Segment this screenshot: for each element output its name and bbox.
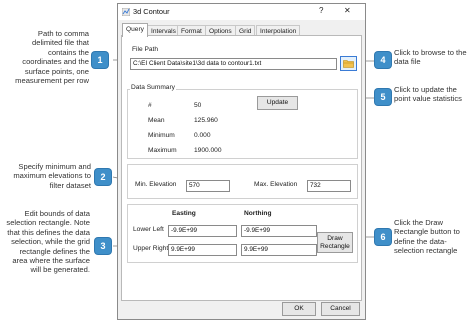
dialog-title: 3d Contour [133, 7, 170, 16]
file-path-input[interactable]: C:\EI Client Data\site1\3d data to conto… [130, 58, 337, 70]
lower-left-label: Lower Left [133, 226, 164, 233]
annotation-1-text: Path to comma delimited file that contai… [15, 29, 89, 86]
browse-button[interactable] [340, 56, 357, 71]
minimum-label: Minimum [148, 132, 175, 139]
count-label: # [148, 102, 152, 109]
annotation-6-text: Click the Draw Rectangle button to defin… [394, 218, 460, 256]
help-button[interactable]: ? [319, 6, 323, 15]
close-button[interactable]: ✕ [344, 6, 351, 15]
lower-left-northing-input[interactable]: -9.9E+99 [241, 225, 317, 237]
upper-right-label: Upper Right [133, 245, 169, 252]
northing-header: Northing [244, 210, 272, 217]
title-bar: 3d Contour ? ✕ [118, 4, 365, 20]
easting-header: Easting [172, 210, 196, 217]
callout-3-badge: 3 [95, 238, 111, 254]
ok-button[interactable]: OK [282, 302, 316, 316]
app-icon [122, 8, 130, 16]
data-summary-label: Data Summary [130, 84, 176, 91]
callout-2-badge: 2 [95, 169, 111, 185]
max-elevation-label: Max. Elevation [254, 181, 298, 188]
callout-4-badge: 4 [375, 52, 391, 68]
min-elevation-input[interactable]: 570 [186, 180, 230, 192]
max-elevation-input[interactable]: 732 [307, 180, 351, 192]
min-elevation-label: Min. Elevation [135, 181, 177, 188]
cancel-button[interactable]: Cancel [321, 302, 360, 316]
callout-6-badge: 6 [375, 229, 391, 245]
tab-query[interactable]: Query [122, 23, 148, 37]
mean-label: Mean [148, 117, 165, 124]
callout-1-badge: 1 [92, 52, 108, 68]
callout-5-badge: 5 [375, 89, 391, 105]
lower-left-easting-input[interactable]: -9.9E+99 [168, 225, 237, 237]
annotation-2-text: Specify minimum and maximum elevations t… [13, 162, 91, 190]
update-button[interactable]: Update [257, 96, 298, 110]
maximum-label: Maximum [148, 147, 177, 154]
file-path-label: File Path [132, 46, 159, 53]
minimum-value: 0.000 [194, 132, 211, 139]
folder-icon [343, 60, 354, 68]
draw-rectangle-button[interactable]: Draw Rectangle [317, 232, 353, 253]
contour-dialog: 3d Contour ? ✕ Query Intervals Format Op… [117, 3, 366, 320]
upper-right-easting-input[interactable]: 9.9E+99 [168, 244, 237, 256]
count-value: 50 [194, 102, 202, 109]
annotation-3-text: Edit bounds of data selection rectangle.… [6, 209, 90, 275]
maximum-value: 1900.000 [194, 147, 222, 154]
annotation-4-text: Click to browse to the data file [394, 48, 467, 67]
upper-right-northing-input[interactable]: 9.9E+99 [241, 244, 317, 256]
query-tab-panel: File Path C:\EI Client Data\site1\3d dat… [121, 35, 362, 301]
annotation-5-text: Click to update the point value statisti… [394, 85, 462, 104]
mean-value: 125.960 [194, 117, 218, 124]
